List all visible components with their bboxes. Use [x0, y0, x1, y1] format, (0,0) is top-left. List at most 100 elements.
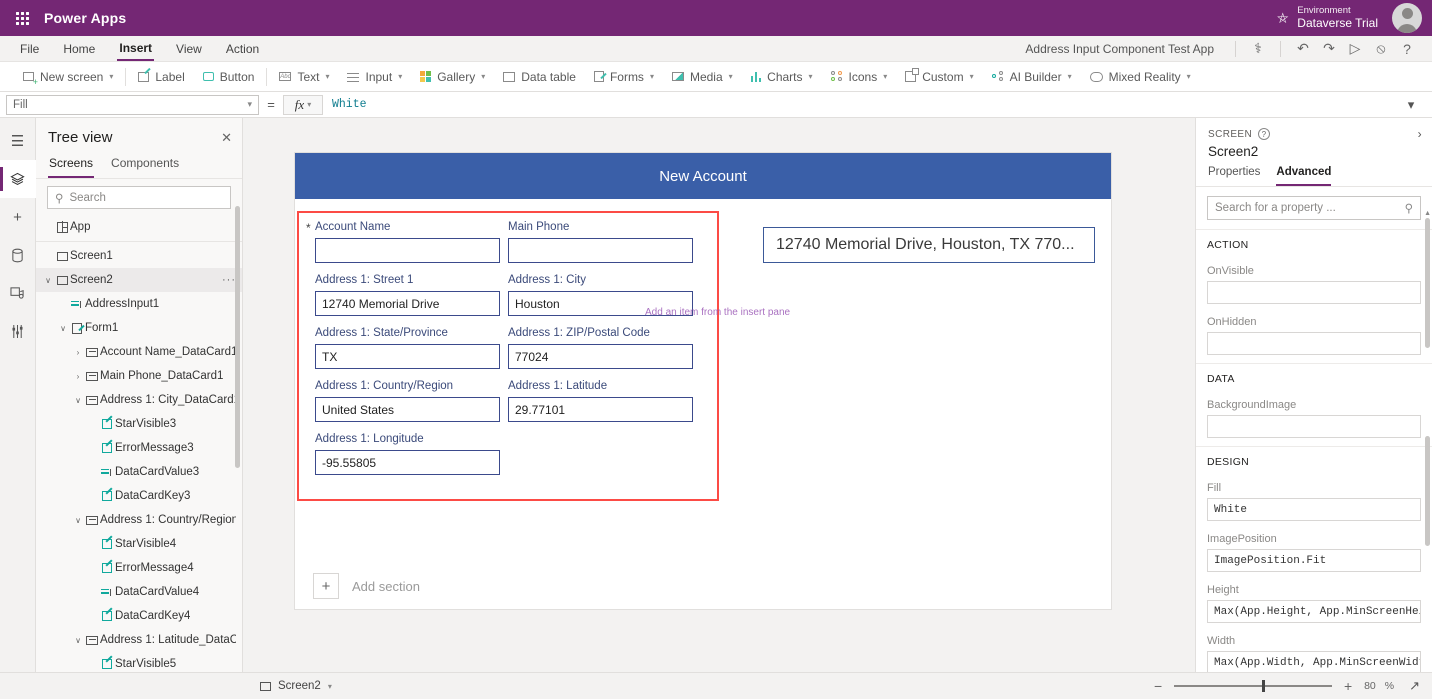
- chevron-down-icon: ▾: [481, 72, 485, 81]
- tree-node[interactable]: ErrorMessage4: [36, 556, 242, 580]
- chevron-down-icon[interactable]: ∨: [72, 636, 84, 645]
- insert-icon[interactable]: +: [0, 198, 36, 236]
- tree-node[interactable]: DataCardKey4: [36, 604, 242, 628]
- property-search-input[interactable]: Search for a property ... ⚲: [1207, 196, 1421, 220]
- property-field-input[interactable]: [1207, 332, 1421, 355]
- tree-node[interactable]: DataCardKey3: [36, 484, 242, 508]
- properties-scrollbar-thumb[interactable]: [1425, 218, 1430, 348]
- hamburger-menu-icon[interactable]: ☰: [0, 122, 36, 160]
- tree-view-icon[interactable]: [0, 160, 36, 198]
- status-screen-selector[interactable]: Screen2 ▾: [12, 680, 332, 692]
- chevron-right-icon[interactable]: ›: [72, 348, 84, 357]
- undo-icon[interactable]: ↶: [1290, 38, 1316, 60]
- chevron-down-icon[interactable]: ∨: [57, 324, 69, 333]
- tree-node[interactable]: ∨Address 1: Latitude_DataCard1: [36, 628, 242, 652]
- tree-node[interactable]: StarVisible3: [36, 412, 242, 436]
- property-list[interactable]: ACTIONOnVisibleOnHiddenDATABackgroundIma…: [1196, 230, 1432, 672]
- ribbon-forms[interactable]: Forms ▾: [585, 66, 663, 88]
- ribbon-gallery[interactable]: Gallery ▾: [411, 66, 494, 88]
- ribbon-charts[interactable]: Charts ▾: [742, 66, 822, 88]
- media-icon[interactable]: [0, 274, 36, 312]
- tree-node[interactable]: ∨Address 1: City_DataCard1: [36, 388, 242, 412]
- tree-node[interactable]: StarVisible5: [36, 652, 242, 672]
- formula-expand-icon[interactable]: ▾: [1396, 97, 1426, 113]
- chevron-down-icon[interactable]: ∨: [42, 276, 54, 285]
- ribbon-mixed-reality[interactable]: Mixed Reality ▾: [1081, 66, 1200, 88]
- ribbon-input[interactable]: Input ▾: [338, 66, 411, 88]
- tree-node[interactable]: App: [36, 215, 242, 239]
- tree-search-input[interactable]: ⚲ Search: [47, 186, 231, 209]
- ribbon-new-screen[interactable]: New screen ▾: [14, 66, 122, 88]
- expand-icon[interactable]: ↗: [1409, 678, 1420, 694]
- property-selector[interactable]: Fill ▾: [6, 95, 259, 115]
- form-selection-outline[interactable]: [297, 211, 719, 501]
- scroll-up-arrow-icon[interactable]: ▲: [1424, 210, 1431, 217]
- tree-node-more-icon[interactable]: ···: [222, 274, 236, 286]
- tab-screens[interactable]: Screens: [48, 153, 94, 178]
- menu-item-action[interactable]: Action: [224, 36, 261, 61]
- tree-scrollbar-thumb[interactable]: [235, 206, 240, 468]
- tree-node[interactable]: DataCardValue4: [36, 580, 242, 604]
- property-field-input[interactable]: [1207, 415, 1421, 438]
- tab-advanced[interactable]: Advanced: [1276, 166, 1331, 186]
- redo-icon[interactable]: ↷: [1316, 38, 1342, 60]
- ribbon-media[interactable]: Media ▾: [663, 66, 742, 88]
- tree-node[interactable]: ›Main Phone_DataCard1: [36, 364, 242, 388]
- tab-components[interactable]: Components: [110, 153, 180, 178]
- ribbon-label: Data table: [521, 70, 576, 84]
- tree-node[interactable]: ∨Form1: [36, 316, 242, 340]
- tree-node[interactable]: ∨Address 1: Country/Region_DataCard1: [36, 508, 242, 532]
- menu-item-insert[interactable]: Insert: [117, 36, 154, 61]
- ribbon-data-table[interactable]: Data table: [494, 66, 585, 88]
- zoom-in-button[interactable]: +: [1341, 678, 1355, 694]
- property-field-input[interactable]: Max(App.Width, App.MinScreenWidth): [1207, 651, 1421, 672]
- tree-node[interactable]: ErrorMessage3: [36, 436, 242, 460]
- preview-icon[interactable]: ▷: [1342, 38, 1368, 60]
- fx-button[interactable]: fx ▾: [283, 95, 323, 115]
- tree-node[interactable]: AddressInput1: [36, 292, 242, 316]
- formula-input[interactable]: White: [323, 95, 1396, 115]
- share-icon[interactable]: ⦸: [1368, 38, 1394, 60]
- property-field-input[interactable]: Max(App.Height, App.MinScreenHeight): [1207, 600, 1421, 623]
- address-input-control[interactable]: 12740 Memorial Drive, Houston, TX 770...: [763, 227, 1095, 263]
- menu-item-home[interactable]: Home: [61, 36, 97, 61]
- chevron-down-icon[interactable]: ∨: [72, 516, 84, 525]
- tree-node[interactable]: ∨Screen2···: [36, 268, 242, 292]
- help-icon[interactable]: ?: [1394, 38, 1420, 60]
- property-field-input[interactable]: ImagePosition.Fit: [1207, 549, 1421, 572]
- menu-item-file[interactable]: File: [18, 36, 41, 61]
- help-circle-icon[interactable]: ?: [1258, 128, 1270, 140]
- app-checker-icon[interactable]: ⚕: [1245, 38, 1271, 60]
- tree-node[interactable]: DataCardValue3: [36, 460, 242, 484]
- tree-view-tabs: Screens Components: [36, 153, 242, 179]
- tree-node[interactable]: ›Account Name_DataCard1: [36, 340, 242, 364]
- ribbon-text[interactable]: Abc Text ▾: [270, 66, 338, 88]
- close-icon[interactable]: ✕: [221, 130, 232, 146]
- properties-scrollbar-thumb-lower[interactable]: [1425, 436, 1430, 546]
- waffle-grid-icon[interactable]: [0, 12, 44, 25]
- ribbon-custom[interactable]: Custom ▾: [896, 66, 982, 88]
- tab-properties[interactable]: Properties: [1208, 166, 1260, 186]
- chevron-down-icon[interactable]: ∨: [72, 396, 84, 405]
- ribbon-icons[interactable]: Icons ▾: [822, 66, 897, 88]
- chevron-right-icon[interactable]: ›: [1418, 127, 1422, 141]
- plus-icon[interactable]: +: [313, 573, 339, 599]
- chevron-right-icon[interactable]: ›: [72, 372, 84, 381]
- avatar[interactable]: [1392, 3, 1422, 33]
- zoom-slider-thumb[interactable]: [1262, 680, 1265, 692]
- environment-switcher[interactable]: ⛤ Environment Dataverse Trial: [1277, 6, 1392, 31]
- menu-item-view[interactable]: View: [174, 36, 204, 61]
- tree-node-list[interactable]: App Screen1∨Screen2···AddressInput1∨Form1…: [36, 215, 242, 672]
- tree-node[interactable]: Screen1: [36, 244, 242, 268]
- zoom-out-button[interactable]: −: [1151, 678, 1165, 694]
- data-icon[interactable]: [0, 236, 36, 274]
- property-field-input[interactable]: [1207, 281, 1421, 304]
- property-field-input[interactable]: White: [1207, 498, 1421, 521]
- ribbon-label-control[interactable]: Label: [129, 66, 193, 88]
- ribbon-button-control[interactable]: Button: [194, 66, 264, 88]
- zoom-slider[interactable]: [1174, 685, 1332, 687]
- advanced-tools-icon[interactable]: [0, 312, 36, 350]
- ribbon-ai-builder[interactable]: AI Builder ▾: [983, 66, 1081, 88]
- add-section[interactable]: + Add section: [313, 573, 420, 599]
- tree-node[interactable]: StarVisible4: [36, 532, 242, 556]
